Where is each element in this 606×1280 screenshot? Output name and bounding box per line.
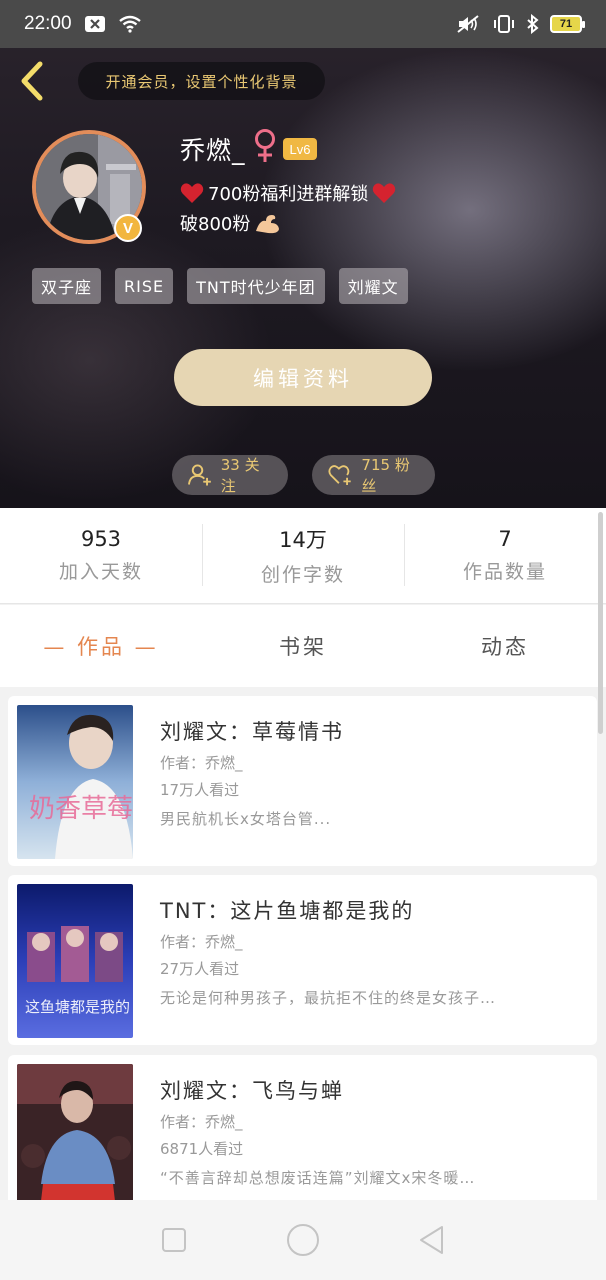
verified-badge: V (114, 214, 142, 242)
work-title: 刘耀文：飞鸟与蝉 (160, 1079, 344, 1103)
triangle-back-icon (419, 1226, 443, 1254)
flexed-arm-icon (256, 215, 280, 234)
battery-icon: 71 (550, 15, 585, 33)
stat-word-count: 14万 创作字数 (202, 508, 404, 603)
scrollbar[interactable] (598, 512, 603, 734)
following-count: 33 关注 (220, 456, 260, 495)
profile-header: 22:00 71 开通会员，设置个性化背景 V 乔燃_ Lv6 700粉福利进群… (0, 0, 606, 508)
vibrate-icon (492, 14, 516, 34)
system-nav-bar (0, 1200, 606, 1280)
stat-label: 作品数量 (462, 561, 547, 583)
avatar[interactable]: V (32, 130, 146, 244)
work-cover: 奶香草莓茶 (17, 705, 133, 859)
work-description: 男民航机长x女塔台管... (160, 810, 332, 828)
bio-text-1: 700粉福利进群解锁 (208, 184, 369, 205)
tab-updates[interactable]: 动态 (404, 631, 606, 661)
work-card[interactable]: 刘耀文：飞鸟与蝉 作者：乔燃_ 6871人看过 “不善言辞却总想废话连篇”刘耀文… (8, 1055, 597, 1200)
following-button[interactable]: 33 关注 (172, 455, 288, 495)
add-person-icon (188, 464, 211, 486)
stat-label: 加入天数 (58, 561, 143, 583)
red-heart-icon (373, 183, 396, 203)
tag-item[interactable]: 双子座 (32, 268, 102, 304)
cover-title-text: 这鱼塘都是我的 (25, 998, 130, 1016)
work-views: 6871人看过 (160, 1140, 244, 1158)
wifi-icon (118, 15, 142, 33)
stat-value: 953 (80, 527, 122, 551)
heart-plus-icon (328, 465, 351, 485)
work-views: 17万人看过 (160, 781, 240, 799)
circle-icon (286, 1224, 319, 1256)
tab-works[interactable]: — 作品 — (0, 631, 202, 661)
recent-apps-button[interactable] (154, 1220, 194, 1260)
work-views: 27万人看过 (160, 960, 240, 978)
work-title: TNT：这片鱼塘都是我的 (160, 899, 415, 923)
mute-icon (456, 14, 482, 34)
fans-button[interactable]: 715 粉丝 (312, 455, 435, 495)
works-list: 奶香草莓茶 刘耀文：草莓情书 作者：乔燃_ 17万人看过 男民航机长x女塔台管.… (0, 687, 606, 1200)
work-description: “不善言辞却总想废话连篇”刘耀文x宋冬暖… (160, 1169, 476, 1187)
system-back-button[interactable] (412, 1220, 452, 1260)
tag-item[interactable]: TNT时代少年团 (187, 268, 325, 304)
bluetooth-icon (526, 14, 540, 34)
stat-label: 创作字数 (260, 564, 345, 586)
status-bar: 22:00 71 (0, 0, 606, 48)
vip-banner[interactable]: 开通会员，设置个性化背景 (78, 62, 325, 100)
work-title: 刘耀文：草莓情书 (160, 720, 344, 744)
back-button[interactable] (16, 60, 50, 102)
tab-bookshelf[interactable]: 书架 (202, 631, 404, 661)
edit-profile-button[interactable]: 编辑资料 (174, 349, 432, 406)
red-heart-icon (180, 183, 204, 203)
stat-value: 7 (498, 527, 512, 551)
female-icon (252, 128, 278, 164)
work-author: 作者：乔燃_ (160, 1113, 243, 1131)
cover-title-text: 奶香草莓茶 (29, 794, 133, 824)
work-author: 作者：乔燃_ (160, 754, 243, 772)
work-cover (17, 1064, 133, 1200)
tab-bar: — 作品 — 书架 动态 (0, 605, 606, 687)
tag-list: 双子座 RISE TNT时代少年团 刘耀文 (32, 268, 408, 304)
stat-works-count: 7 作品数量 (404, 508, 606, 603)
bio-text-2: 破800粉 (180, 214, 251, 235)
notification-icon (84, 15, 106, 33)
stat-join-days: 953 加入天数 (0, 508, 202, 603)
level-badge: Lv6 (283, 138, 317, 160)
tag-item[interactable]: 刘耀文 (338, 268, 408, 304)
work-card[interactable]: 这鱼塘都是我的 TNT：这片鱼塘都是我的 作者：乔燃_ 27万人看过 无论是何种… (8, 875, 597, 1045)
username: 乔燃_ (180, 136, 246, 165)
work-card[interactable]: 奶香草莓茶 刘耀文：草莓情书 作者：乔燃_ 17万人看过 男民航机长x女塔台管.… (8, 696, 597, 866)
stats-row: 953 加入天数 14万 创作字数 7 作品数量 (0, 508, 606, 604)
fans-count: 715 粉丝 (361, 456, 410, 495)
status-time: 22:00 (24, 13, 72, 34)
work-description: 无论是何种男孩子，最抗拒不住的终是女孩子… (160, 989, 497, 1007)
bio-line-1: 700粉福利进群解锁 (180, 180, 396, 206)
work-author: 作者：乔燃_ (160, 933, 243, 951)
stat-value: 14万 (279, 528, 327, 552)
bio-line-2: 破800粉 (180, 210, 282, 236)
square-icon (162, 1228, 187, 1252)
home-button[interactable] (283, 1220, 323, 1260)
work-cover: 这鱼塘都是我的 (17, 884, 133, 1038)
tag-item[interactable]: RISE (115, 268, 174, 304)
